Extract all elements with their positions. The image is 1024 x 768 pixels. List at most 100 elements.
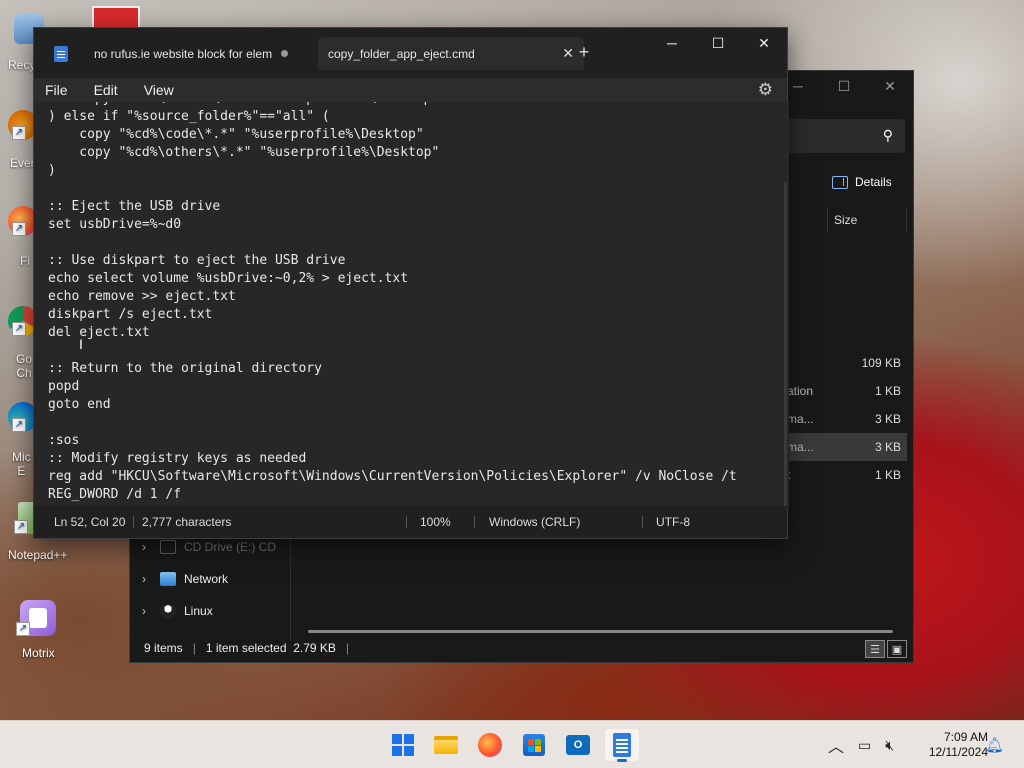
- code-line[interactable]: goto end: [48, 396, 752, 414]
- column-header-size[interactable]: Size: [827, 208, 907, 232]
- notepad-window[interactable]: no rufus.ie website block for elem copy_…: [33, 27, 789, 539]
- nav-item-label: Network: [184, 572, 229, 586]
- line-endings[interactable]: Windows (CRLF): [489, 515, 580, 529]
- explorer-search-box[interactable]: ⚲: [785, 119, 905, 153]
- file-row-selected[interactable]: ma... 3 KB: [787, 433, 907, 461]
- display-icon[interactable]: ▭: [858, 737, 871, 754]
- details-pane-button[interactable]: Details: [832, 175, 892, 189]
- file-size: 3 KB: [874, 412, 901, 426]
- clock-date: 12/11/2024: [928, 745, 988, 759]
- shortcut-arrow-icon: ↗: [16, 622, 30, 636]
- shortcut-arrow-icon: ↗: [12, 418, 26, 432]
- tab-copy-folder-app-eject[interactable]: copy_folder_app_eject.cmd ✕: [318, 37, 584, 70]
- close-button[interactable]: ✕: [867, 71, 913, 101]
- file-row[interactable]: ma... 3 KB: [787, 405, 907, 433]
- horizontal-scrollbar[interactable]: [308, 630, 893, 633]
- code-line[interactable]: :: Return to the original directory: [48, 360, 752, 378]
- details-view-button[interactable]: ☰: [865, 640, 885, 658]
- code-line[interactable]: del eject.txt: [48, 324, 752, 342]
- code-line[interactable]: [48, 180, 752, 198]
- selection-info: 1 item selected 2.79 KB: [205, 641, 336, 655]
- chevron-right-icon: ›: [142, 540, 146, 554]
- shortcut-arrow-icon: ↗: [12, 222, 26, 236]
- maximize-button[interactable]: ☐: [821, 71, 867, 101]
- tab-label: copy_folder_app_eject.cmd: [328, 46, 475, 61]
- file-name: ation: [787, 384, 814, 398]
- nav-item-linux[interactable]: › Linux: [130, 595, 290, 627]
- code-line[interactable]: reg add "HKCU\Software\Microsoft\Windows…: [48, 468, 752, 486]
- close-button[interactable]: ✕: [741, 28, 787, 58]
- maximize-button[interactable]: ☐: [695, 28, 741, 58]
- code-line[interactable]: REG_DWORD /d 1 /f: [48, 486, 752, 504]
- start-button[interactable]: [386, 729, 420, 761]
- desktop-icon-label: Go Ch: [16, 352, 33, 380]
- zoom-level[interactable]: 100%: [420, 515, 451, 529]
- taskbar: O ︿ ▭ 🔇︎ 7:09 AM 12/11/2024 🔔︎: [0, 720, 1024, 768]
- code-line[interactable]: echo remove >> eject.txt: [48, 288, 752, 306]
- code-line[interactable]: echo select volume %usbDrive:~0,2% > eje…: [48, 270, 752, 288]
- code-line[interactable]: copy "%cd%\others\*.*" "%userprofile%\De…: [48, 144, 752, 162]
- item-count: 9 items: [144, 641, 183, 655]
- menu-file[interactable]: File: [45, 82, 68, 98]
- code-line[interactable]: ) else if "%source_folder%"=="all" (: [48, 108, 752, 126]
- desktop-icon-label: Motrix: [22, 646, 55, 660]
- details-label: Details: [855, 175, 892, 189]
- file-size: 109 KB: [861, 356, 901, 370]
- minimize-button[interactable]: ─: [649, 28, 695, 58]
- speaker-muted-icon[interactable]: 🔇︎: [885, 737, 894, 754]
- file-row[interactable]: t 1 KB: [787, 461, 907, 489]
- nav-item-network[interactable]: › Network: [130, 563, 290, 595]
- code-line[interactable]: :: Use diskpart to eject the USB drive: [48, 252, 752, 270]
- clock[interactable]: 7:09 AM 12/11/2024: [929, 730, 988, 760]
- file-explorer-icon: [434, 736, 458, 754]
- tiles-view-button[interactable]: ▣: [887, 640, 907, 658]
- windows-start-icon: [392, 734, 414, 756]
- clock-time: 7:09 AM: [943, 730, 988, 744]
- code-line[interactable]: [48, 342, 752, 360]
- text-editor[interactable]: copy "%cd%\others\*.*" "%userprofile%\De…: [34, 102, 789, 508]
- unsaved-dot-icon: [281, 50, 288, 57]
- code-line[interactable]: diskpart /s eject.txt: [48, 306, 752, 324]
- settings-gear-icon[interactable]: ⚙: [758, 80, 773, 100]
- taskbar-notepad[interactable]: [605, 729, 639, 762]
- editor-content[interactable]: copy "%cd%\others\*.*" "%userprofile%\De…: [48, 102, 752, 508]
- code-line[interactable]: :: Eject the USB drive: [48, 198, 752, 216]
- code-line[interactable]: :: Modify registry keys as needed: [48, 450, 752, 468]
- menu-view[interactable]: View: [144, 82, 174, 98]
- file-size: 3 KB: [874, 440, 901, 454]
- code-line[interactable]: ): [48, 162, 752, 180]
- pane-divider[interactable]: [290, 531, 291, 641]
- new-tab-button[interactable]: +: [574, 42, 594, 63]
- code-line[interactable]: popd: [48, 378, 752, 396]
- code-line[interactable]: :sos: [48, 432, 752, 450]
- code-line[interactable]: copy "%cd%\code\*.*" "%userprofile%\Desk…: [48, 126, 752, 144]
- encoding[interactable]: UTF-8: [656, 515, 690, 529]
- code-line[interactable]: [48, 234, 752, 252]
- taskbar-microsoft-store[interactable]: [517, 729, 551, 761]
- menu-bar: File Edit View ⚙: [34, 78, 787, 102]
- file-row[interactable]: ation 1 KB: [787, 377, 907, 405]
- vertical-scrollbar[interactable]: [784, 182, 787, 508]
- desktop-icon-motrix[interactable]: ↗ Motrix: [4, 600, 72, 660]
- system-tray: ︿ ▭ 🔇︎: [828, 721, 894, 768]
- firefox-icon: [478, 733, 502, 757]
- taskbar-firefox[interactable]: [473, 729, 507, 761]
- desktop-icon-label: Recy: [8, 58, 36, 72]
- tab-rufus-note[interactable]: no rufus.ie website block for elem: [42, 37, 318, 70]
- shortcut-arrow-icon: ↗: [12, 322, 26, 336]
- code-line[interactable]: [48, 414, 752, 432]
- shortcut-arrow-icon: ↗: [14, 520, 28, 534]
- file-row[interactable]: 109 KB: [787, 349, 907, 377]
- explorer-status-bar: 9 items | 1 item selected 2.79 KB | ☰ ▣: [130, 634, 913, 662]
- tab-bar: no rufus.ie website block for elem copy_…: [34, 28, 787, 78]
- notification-bell-icon[interactable]: 🔔︎: [985, 736, 1004, 754]
- nav-item-label: CD Drive (E:) CD: [184, 540, 276, 554]
- menu-edit[interactable]: Edit: [94, 82, 118, 98]
- code-line[interactable]: set usbDrive=%~d0: [48, 216, 752, 234]
- microsoft-store-icon: [523, 734, 545, 756]
- taskbar-outlook[interactable]: O: [561, 729, 595, 761]
- chevron-up-icon[interactable]: ︿: [828, 733, 844, 757]
- close-tab-icon[interactable]: ✕: [562, 45, 574, 62]
- file-name: ma...: [787, 412, 814, 426]
- taskbar-file-explorer[interactable]: [429, 729, 463, 761]
